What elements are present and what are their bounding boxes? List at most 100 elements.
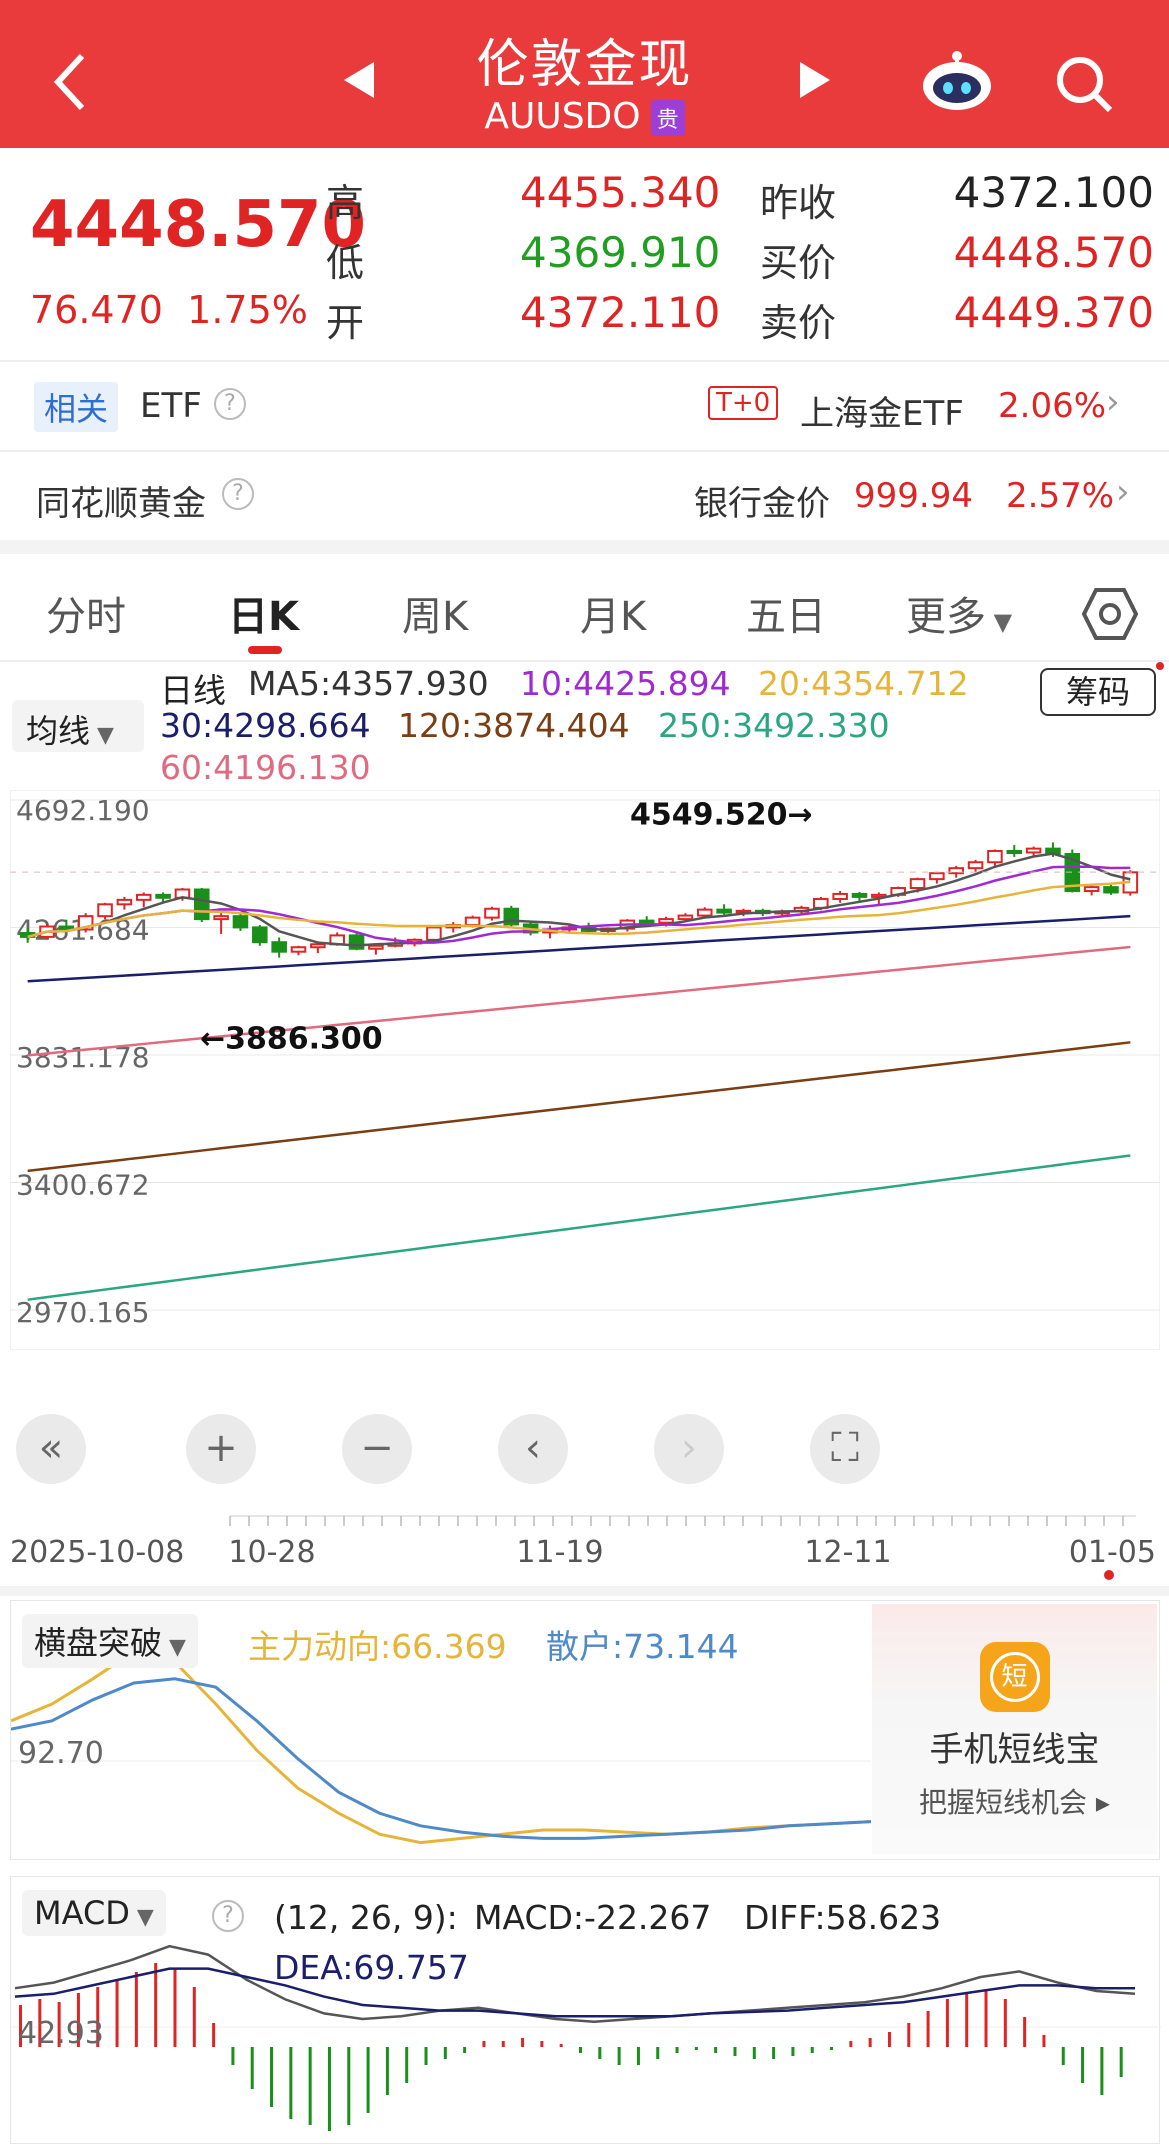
candle-body — [464, 916, 481, 927]
candle-body — [116, 898, 133, 906]
help-icon[interactable]: ? — [214, 388, 246, 420]
tab-monthly-k[interactable]: 月K — [580, 584, 646, 642]
macd-bar — [733, 2047, 737, 2056]
candle-body — [310, 943, 326, 949]
ma10-label: 10:4425.894 — [520, 664, 731, 703]
related-etf-row[interactable]: 相关 ETF ? T+0 上海金ETF 2.06% › — [0, 378, 1169, 448]
help-icon[interactable]: ? — [222, 478, 254, 510]
ma30-label: 30:4298.664 — [160, 706, 371, 745]
low-value: 4369.910 — [520, 228, 721, 277]
macd-selector-label: MACD — [34, 1894, 130, 1932]
x-tick-label: 12-11 — [804, 1535, 891, 1570]
tab-more[interactable]: 更多 ▼ — [906, 584, 1012, 642]
low-annotation: ←3886.300 — [200, 1022, 383, 1057]
etf-name[interactable]: 上海金ETF — [800, 386, 964, 435]
scroll-left-fast-button[interactable]: « — [16, 1414, 86, 1484]
section-gap — [0, 540, 1169, 554]
help-icon[interactable]: ? — [212, 1900, 244, 1932]
macd-bar — [675, 2047, 679, 2053]
tab-daily-k[interactable]: 日K — [228, 584, 299, 642]
macd-bar — [540, 2041, 544, 2047]
kline-chart[interactable]: 4692.1904261.6843831.1783400.6722970.165… — [9, 789, 1161, 1351]
ma-kind: 日线 — [160, 671, 226, 710]
promo-title: 手机短线宝 — [929, 1730, 1100, 1770]
main-force-line — [10, 1649, 872, 1845]
macd-bar — [1081, 2047, 1085, 2083]
candle-body — [213, 915, 229, 921]
chevron-right-icon[interactable]: › — [1116, 472, 1130, 512]
candle-body — [967, 861, 984, 870]
chevron-right-icon[interactable]: › — [1106, 382, 1120, 422]
scroll-right-button[interactable]: › — [654, 1414, 724, 1484]
candle-body — [97, 903, 113, 918]
macd-bar — [1061, 2047, 1065, 2065]
change-pct: 1.75% — [187, 288, 308, 332]
ma20-label: 20:4354.712 — [758, 664, 969, 703]
x-tick-label: 10-28 — [228, 1535, 315, 1570]
tab-intraday[interactable]: 分时 — [46, 584, 126, 642]
tab-five-day[interactable]: 五日 — [746, 584, 826, 642]
candle-body — [832, 892, 848, 900]
macd-bar — [1100, 2047, 1104, 2095]
short-line-icon-text: 短 — [989, 1652, 1040, 1702]
caret-down-icon: ▼ — [90, 723, 114, 748]
macd-params: (12, 26, 9): — [274, 1898, 458, 1937]
next-symbol-icon[interactable] — [800, 62, 830, 98]
macd-bar — [482, 2041, 486, 2047]
candle-body — [1103, 886, 1119, 894]
macd-bar — [849, 2041, 853, 2047]
fullscreen-button[interactable]: ⛶ — [810, 1414, 880, 1484]
divider — [0, 360, 1169, 362]
candle-body — [252, 926, 268, 944]
macd-bar — [636, 2047, 640, 2065]
zoom-out-button[interactable]: − — [342, 1414, 412, 1484]
candle-body — [658, 918, 674, 924]
indicator-selector-label: 横盘突破 — [34, 1624, 163, 1662]
macd-bar — [559, 2044, 563, 2047]
bid-value: 4448.570 — [953, 228, 1154, 277]
high-label: 高 — [326, 181, 365, 225]
caret-down-icon: ▼ — [986, 608, 1013, 636]
tab-weekly-k[interactable]: 周K — [402, 584, 468, 642]
macd-bar — [1003, 1999, 1007, 2047]
macd-bar — [984, 1990, 988, 2047]
ma5-label: MA5:4357.930 — [248, 664, 489, 703]
macd-bar — [443, 2047, 447, 2059]
macd-bar — [907, 2023, 911, 2047]
candle-body — [909, 878, 926, 890]
candle-body — [232, 915, 249, 929]
tab-more-label: 更多 — [906, 594, 986, 640]
promo-card[interactable]: 短 手机短线宝 把握短线机会 ▸ — [872, 1604, 1157, 1854]
ma120-label: 120:3874.404 — [398, 706, 630, 745]
price-change: 76.470 1.75% — [30, 288, 308, 332]
zoom-in-button[interactable]: + — [186, 1414, 256, 1484]
macd-selector[interactable]: MACD ▼ — [22, 1890, 166, 1936]
change-value: 76.470 — [30, 288, 163, 332]
period-tabs: 分时 日K 周K 月K 五日 更多 ▼ — [0, 560, 1169, 660]
search-icon[interactable] — [1052, 52, 1116, 116]
macd-bar — [945, 1999, 949, 2047]
short-line-icon: 短 — [979, 1642, 1050, 1712]
settings-icon[interactable] — [1082, 586, 1138, 642]
retail-label: 散户:73.144 — [546, 1627, 739, 1666]
macd-bar — [791, 2047, 795, 2056]
macd-bar — [173, 1969, 177, 2047]
candle-body — [929, 872, 945, 881]
related-tag: 相关 — [34, 382, 119, 432]
gold-row[interactable]: 同花顺黄金 ? 银行金价 999.94 2.57% › — [0, 468, 1169, 538]
dea-value: DEA:69.757 — [274, 1948, 469, 1987]
macd-bar — [231, 2047, 235, 2065]
chip-distribution-button[interactable]: 筹码 — [1040, 668, 1156, 716]
scroll-left-button[interactable]: ‹ — [498, 1414, 568, 1484]
ma-selector[interactable]: 均线 ▼ — [12, 700, 144, 752]
macd-bar — [772, 2047, 776, 2059]
indicator-selector[interactable]: 横盘突破 ▼ — [22, 1614, 198, 1668]
open-label: 开 — [326, 301, 365, 345]
ma60-line — [27, 945, 1131, 1057]
robot-icon[interactable] — [920, 50, 994, 112]
x-tick-label: 2025-10-08 — [10, 1535, 184, 1570]
candle-body — [135, 893, 152, 901]
indicator-y-tick: 92.70 — [18, 1736, 104, 1771]
macd-bar — [154, 1963, 158, 2047]
macd-bar — [212, 2023, 216, 2047]
